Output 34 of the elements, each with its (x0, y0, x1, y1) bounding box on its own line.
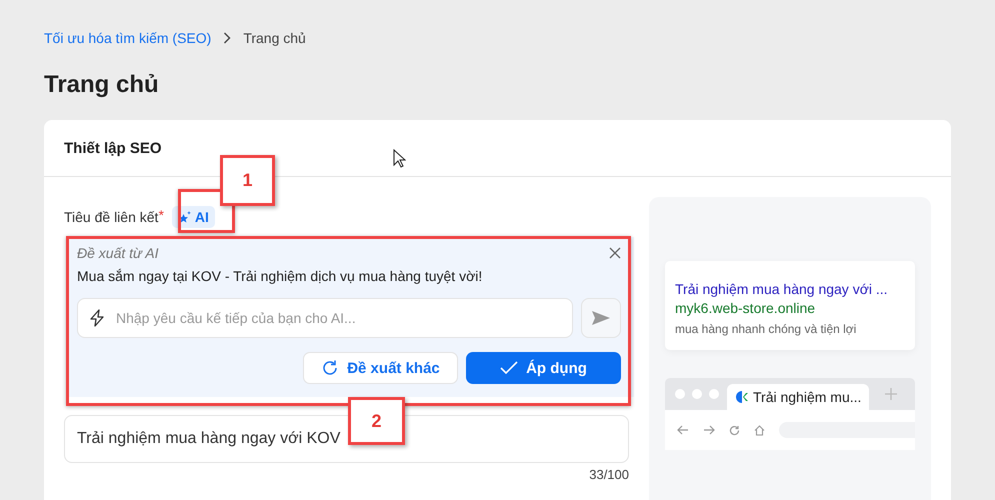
breadcrumb-link[interactable]: Tối ưu hóa tìm kiếm (SEO) (44, 30, 212, 46)
tab-title: Trải nghiệm mu... (753, 389, 862, 405)
reload-icon (729, 424, 740, 436)
card-title: Thiết lập SEO (64, 140, 162, 156)
suggestion-text: Mua sắm ngay tại KOV - Trải nghiệm dịch vụ mua hàng tuyệt vời! (77, 268, 484, 284)
close-icon[interactable] (609, 247, 621, 259)
result-url: myk6.web-store.online (675, 300, 816, 316)
annotation-callout: 2 (348, 397, 405, 445)
forward-icon (703, 425, 715, 435)
home-icon (754, 424, 765, 436)
character-counter: 33/100 (589, 467, 629, 482)
mouse-pointer-icon (393, 149, 406, 168)
checkmark-icon (500, 361, 518, 375)
chevron-right-icon (223, 32, 232, 44)
prompt-field[interactable]: Nhập yêu cầu kế tiếp của bạn cho AI... (77, 298, 573, 338)
regenerate-button[interactable]: Đề xuất khác (303, 352, 458, 384)
ai-button[interactable]: AI (172, 206, 215, 228)
field-label: Tiêu đề liên kết (64, 209, 158, 225)
send-icon (591, 310, 611, 326)
window-dots-icon (675, 389, 719, 399)
annotation-callout: 1 (220, 155, 275, 206)
page-title: Trang chủ (44, 70, 160, 100)
refresh-icon (321, 359, 340, 377)
result-description: mua hàng nhanh chóng và tiện lợi (675, 322, 858, 336)
plus-icon (885, 388, 898, 400)
lightning-icon (89, 309, 105, 327)
breadcrumb-current: Trang chủ (243, 30, 306, 46)
required-mark: * (158, 207, 164, 223)
result-title: Trải nghiệm mua hàng ngay với ... (675, 281, 889, 297)
logo-icon (735, 390, 749, 404)
apply-button[interactable]: Áp dụng (466, 352, 621, 384)
back-icon (677, 425, 689, 435)
send-button[interactable] (581, 298, 621, 338)
panel-title: Đề xuất từ AI (77, 245, 158, 261)
